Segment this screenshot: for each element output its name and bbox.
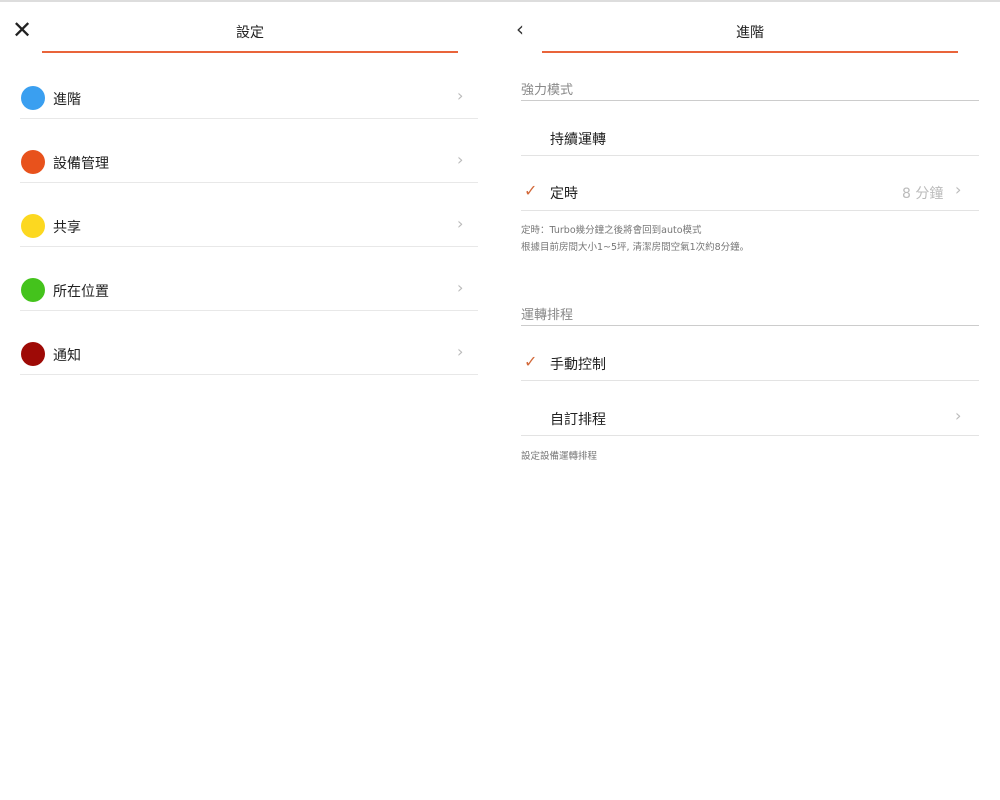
menu-item[interactable]: 設備管理 ›: [20, 119, 478, 183]
chevron-right-icon: ›: [457, 214, 464, 233]
color-dot-icon: [21, 150, 45, 174]
page-title: 設定: [236, 25, 264, 41]
color-dot-icon: [21, 86, 45, 110]
note-line: 根據目前房間大小1~5坪, 清潔房間空氣1次約8分鐘。: [521, 242, 750, 253]
timer-note: 定時：Turbo幾分鐘之後將會回到auto模式 根據目前房間大小1~5坪, 清潔…: [521, 222, 749, 256]
chevron-right-icon: ›: [955, 406, 962, 425]
menu-item-label: 設備管理: [53, 156, 109, 172]
chevron-right-icon: ›: [457, 342, 464, 361]
chevron-right-icon: ›: [457, 278, 464, 297]
chevron-right-icon: ›: [457, 150, 464, 169]
menu-item-label: 所在位置: [53, 284, 109, 300]
note-line: 定時：Turbo幾分鐘之後將會回到auto模式: [521, 225, 702, 236]
settings-panel: ✕ 設定 進階 › 設備管理 › 共享 › 所在位置 › 通知 ›: [0, 0, 500, 800]
color-dot-icon: [21, 214, 45, 238]
timer-value: 8 分鐘: [902, 186, 944, 202]
option-label: 手動控制: [550, 357, 606, 373]
section-header-turbo: 強力模式: [521, 79, 979, 101]
option-label: 自訂排程: [550, 412, 606, 428]
check-icon: ✓: [524, 352, 538, 371]
section-header-schedule: 運轉排程: [521, 304, 979, 326]
option-custom-schedule[interactable]: 自訂排程 ›: [521, 381, 979, 436]
option-continuous[interactable]: 持續運轉: [521, 101, 979, 156]
menu-item-label: 共享: [53, 220, 81, 236]
option-timer[interactable]: ✓ 定時 8 分鐘 ›: [521, 156, 979, 211]
menu-item-label: 通知: [53, 348, 81, 364]
check-icon: ✓: [524, 181, 538, 200]
menu-item[interactable]: 通知 ›: [20, 311, 478, 375]
option-label: 持續運轉: [550, 132, 606, 148]
color-dot-icon: [21, 278, 45, 302]
schedule-note: 設定設備運轉排程: [521, 451, 598, 462]
page-title: 進階: [736, 25, 764, 41]
menu-item[interactable]: 進階 ›: [20, 55, 478, 119]
title-underline: [42, 51, 458, 53]
chevron-right-icon: ›: [955, 180, 962, 199]
color-dot-icon: [21, 342, 45, 366]
option-manual[interactable]: ✓ 手動控制: [521, 326, 979, 381]
chevron-right-icon: ›: [457, 86, 464, 105]
menu-item[interactable]: 所在位置 ›: [20, 247, 478, 311]
option-label: 定時: [550, 186, 578, 202]
menu-item[interactable]: 共享 ›: [20, 183, 478, 247]
advanced-panel: ‹ 進階 強力模式 持續運轉 ✓ 定時 8 分鐘 › 定時：Turbo幾分鐘之後…: [500, 0, 1000, 800]
title-underline: [542, 51, 958, 53]
menu-item-label: 進階: [53, 92, 81, 108]
